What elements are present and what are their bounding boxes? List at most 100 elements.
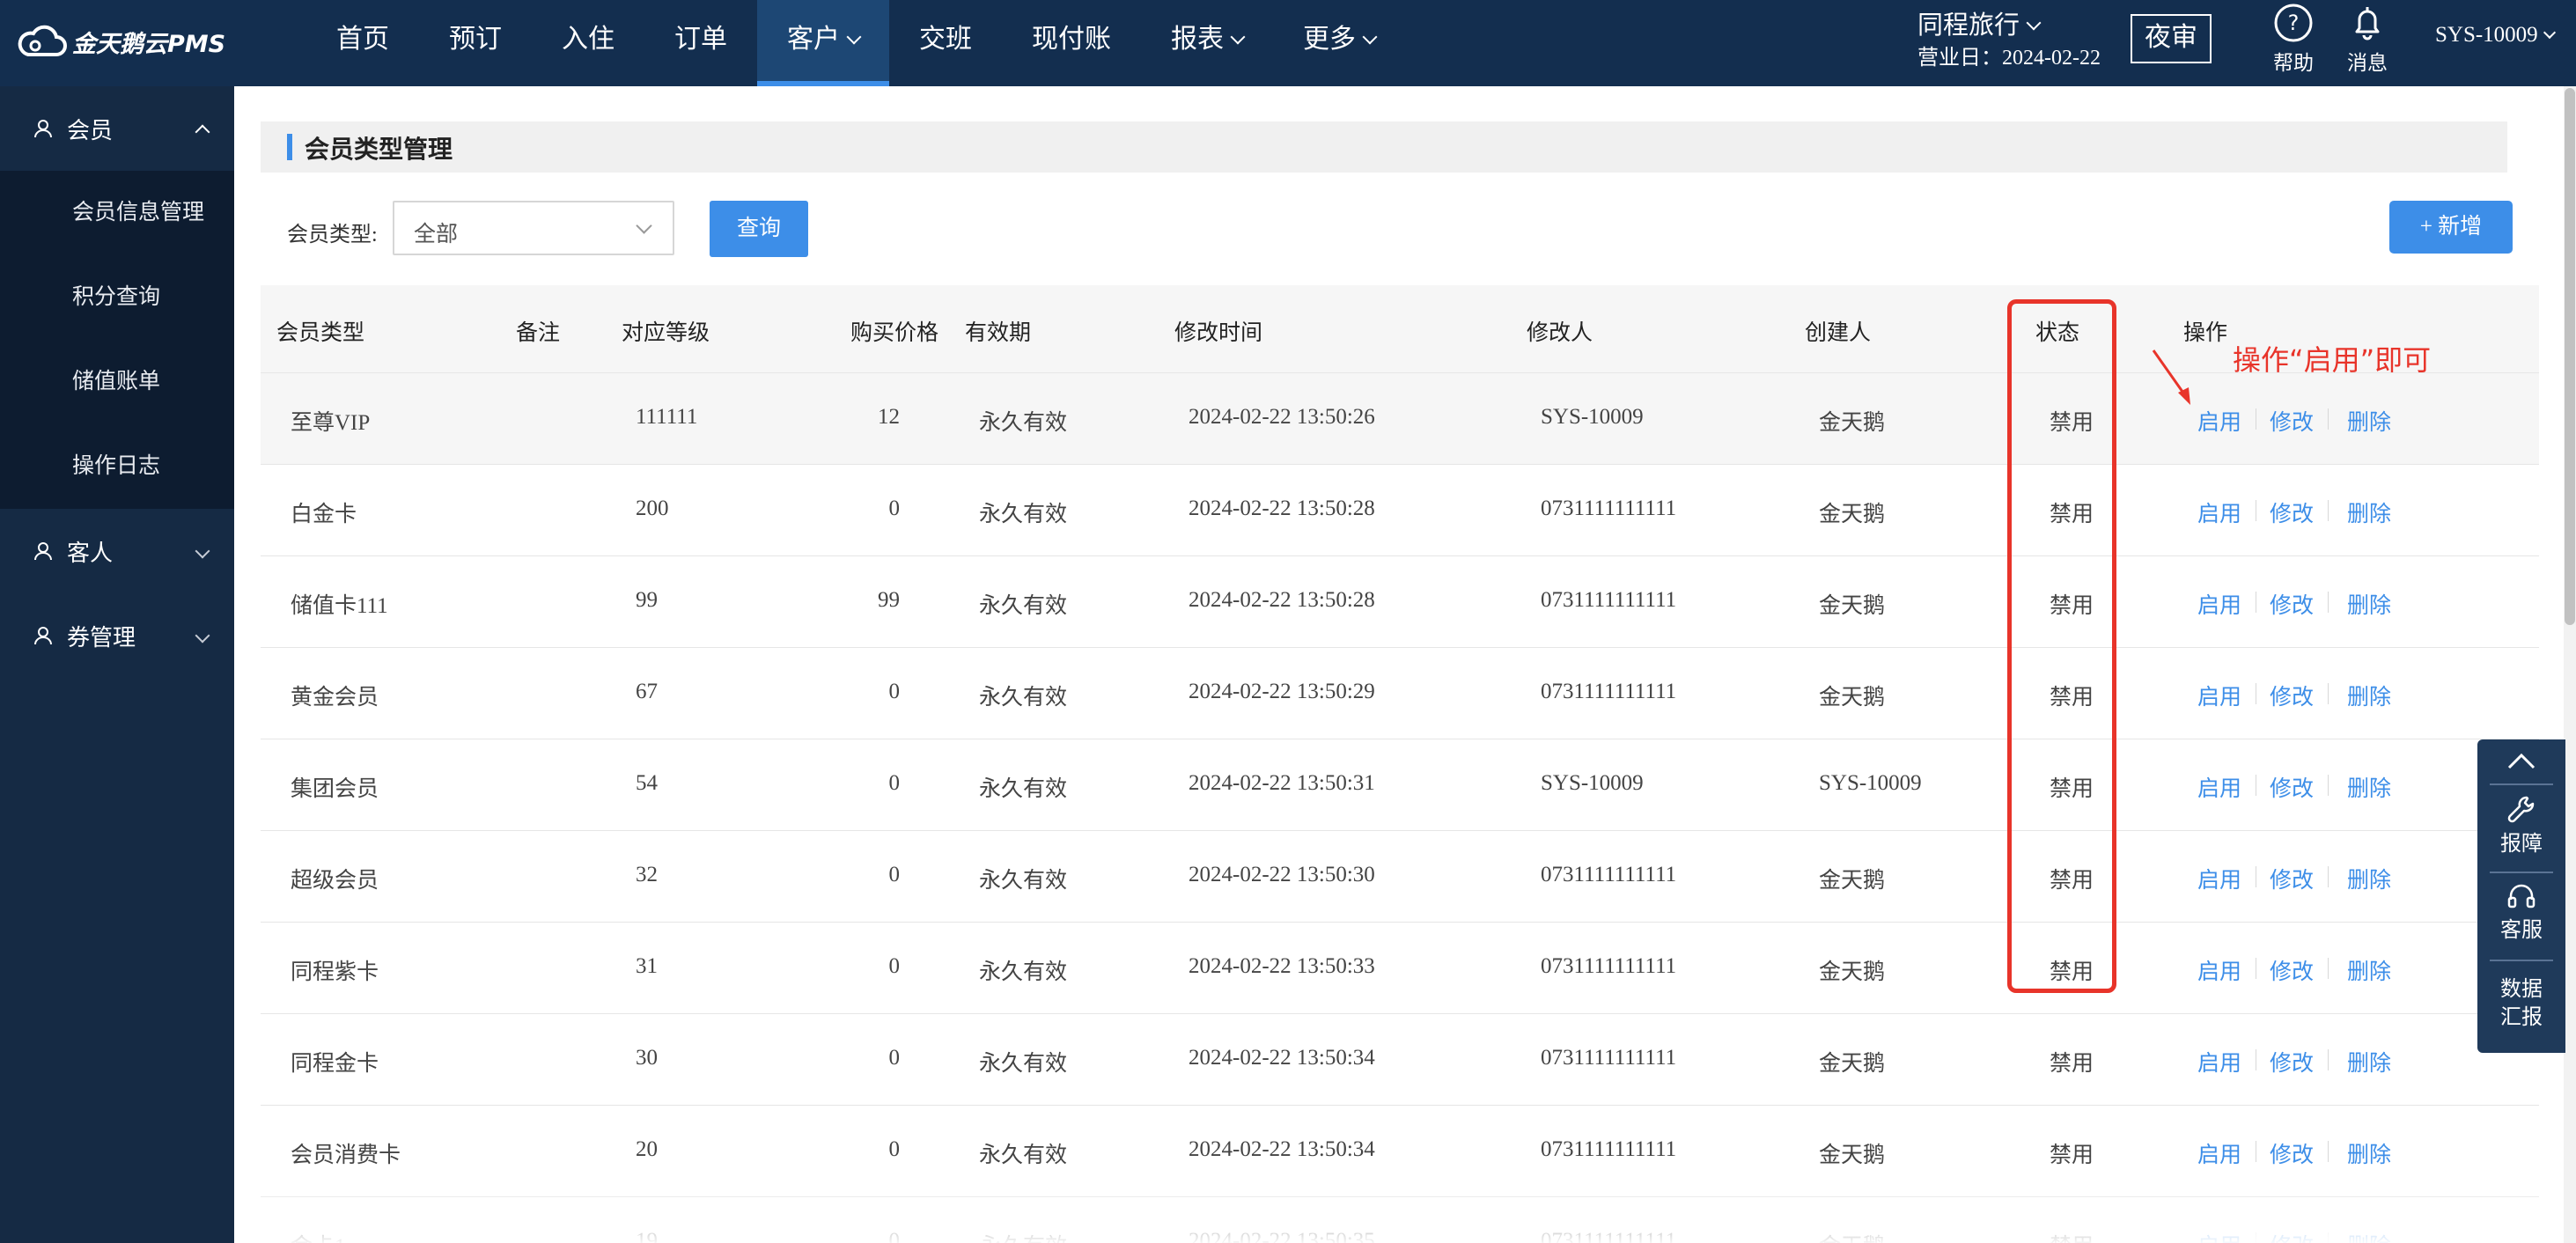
enable-button[interactable]: 启用 xyxy=(2197,496,2241,528)
nav-item-0[interactable]: 首页 xyxy=(306,0,419,86)
cell-modifier: 0731111111111 xyxy=(1541,1137,1677,1161)
table-row: 会员消费卡 20 0 永久有效 2024-02-22 13:50:34 073111111… xyxy=(261,1106,2539,1197)
query-button[interactable]: 查询 xyxy=(710,201,808,257)
edit-button[interactable]: 修改 xyxy=(2270,771,2314,803)
delete-button[interactable]: 删除 xyxy=(2347,588,2391,620)
sidebar-group-guest[interactable]: 客人 xyxy=(0,509,234,593)
delete-button[interactable]: 删除 xyxy=(2347,1137,2391,1169)
chevron-down-icon xyxy=(195,543,210,559)
enable-button[interactable]: 启用 xyxy=(2197,588,2241,620)
enable-button[interactable]: 启用 xyxy=(2197,1229,2241,1243)
nav-item-6[interactable]: 现付账 xyxy=(1002,0,1141,86)
cell-level: 20 xyxy=(636,1137,658,1161)
cell-modified-time: 2024-02-22 13:50:28 xyxy=(1189,588,1375,612)
top-navbar: 金天鹅云PMS 首页 预订 入住 订单 客户 交班 现付账 报表 更多 同程旅行 营业日：202… xyxy=(0,0,2576,86)
main-nav: 首页 预订 入住 订单 客户 交班 现付账 报表 更多 xyxy=(306,0,1405,86)
cell-level: 32 xyxy=(636,863,658,886)
sidebar-group-label: 客人 xyxy=(67,540,114,566)
messages-button[interactable]: 消息 xyxy=(2337,0,2398,76)
help-icon: ? xyxy=(2274,4,2313,42)
nav-item-label: 入住 xyxy=(562,25,615,54)
data-report-button[interactable]: 数据汇报 xyxy=(2477,975,2565,1032)
report-issue-button[interactable]: 报障 xyxy=(2477,794,2565,857)
delete-button[interactable]: 删除 xyxy=(2347,496,2391,528)
user-id: SYS-10009 xyxy=(2435,23,2538,47)
cell-validity: 永久有效 xyxy=(979,686,1068,710)
nav-item-2[interactable]: 入住 xyxy=(532,0,644,86)
edit-button[interactable]: 修改 xyxy=(2270,1229,2314,1243)
edit-button[interactable]: 修改 xyxy=(2270,496,2314,528)
cell-validity: 永久有效 xyxy=(979,411,1068,435)
page-scrollbar-thumb[interactable] xyxy=(2565,88,2575,625)
user-menu[interactable]: SYS-10009 xyxy=(2435,23,2556,48)
delete-button[interactable]: 删除 xyxy=(2347,863,2391,894)
cell-price: 0 xyxy=(888,771,901,795)
delete-button[interactable]: 删除 xyxy=(2347,771,2391,803)
edit-button[interactable]: 修改 xyxy=(2270,405,2314,437)
sidebar-item-operation-log[interactable]: 操作日志 xyxy=(0,424,234,509)
night-audit-button[interactable]: 夜审 xyxy=(2131,14,2212,63)
floating-tool-panel: 报障 客服 数据汇报 xyxy=(2477,739,2565,1053)
enable-button[interactable]: 启用 xyxy=(2197,863,2241,894)
cell-level: 31 xyxy=(636,954,658,978)
cell-type: 同程紫卡 xyxy=(291,960,379,984)
col-header-modifier: 修改人 xyxy=(1527,321,1593,345)
cell-modified-time: 2024-02-22 13:50:29 xyxy=(1189,680,1375,703)
delete-button[interactable]: 删除 xyxy=(2347,1229,2391,1243)
cell-creator: 金天鹅 xyxy=(1819,960,1886,984)
cell-modifier: 0731111111111 xyxy=(1541,1046,1677,1070)
edit-button[interactable]: 修改 xyxy=(2270,680,2314,711)
action-divider xyxy=(2328,958,2329,979)
nav-item-5[interactable]: 交班 xyxy=(889,0,1002,86)
cell-creator: 金天鹅 xyxy=(1819,1144,1886,1167)
edit-button[interactable]: 修改 xyxy=(2270,1137,2314,1169)
sidebar-item-stored-value[interactable]: 储值账单 xyxy=(0,340,234,424)
enable-button[interactable]: 启用 xyxy=(2197,954,2241,986)
enable-button[interactable]: 启用 xyxy=(2197,405,2241,437)
col-header-level: 对应等级 xyxy=(622,321,710,345)
cell-status: 禁用 xyxy=(2050,1229,2094,1243)
help-button[interactable]: ? 帮助 xyxy=(2263,0,2324,76)
sidebar-group-member[interactable]: 会员 xyxy=(0,86,234,171)
edit-button[interactable]: 修改 xyxy=(2270,588,2314,620)
nav-item-7[interactable]: 报表 xyxy=(1141,0,1273,86)
main-content: 会员类型管理 会员类型: 全部 查询 + 新增 会员类型 备注 对应等级 购买价… xyxy=(234,86,2576,1243)
sidebar-item-member-info[interactable]: 会员信息管理 xyxy=(0,171,234,255)
delete-button[interactable]: 删除 xyxy=(2347,680,2391,711)
enable-button[interactable]: 启用 xyxy=(2197,680,2241,711)
sidebar-group-coupon[interactable]: 券管理 xyxy=(0,593,234,678)
col-header-validity: 有效期 xyxy=(965,321,1032,345)
cell-level: 67 xyxy=(636,680,658,703)
scroll-top-button[interactable] xyxy=(2477,750,2565,771)
cell-price: 12 xyxy=(878,405,900,429)
hotel-selector[interactable]: 同程旅行 营业日：2024-02-22 xyxy=(1917,9,2101,74)
delete-button[interactable]: 删除 xyxy=(2347,405,2391,437)
app-logo[interactable]: 金天鹅云PMS xyxy=(16,19,225,63)
page-header: 会员类型管理 xyxy=(261,121,2507,173)
edit-button[interactable]: 修改 xyxy=(2270,1046,2314,1078)
nav-item-4[interactable]: 客户 xyxy=(757,0,889,86)
customer-service-button[interactable]: 客服 xyxy=(2477,880,2565,943)
page-title: 会员类型管理 xyxy=(305,136,453,164)
delete-button[interactable]: 删除 xyxy=(2347,954,2391,986)
chevron-down-icon xyxy=(195,628,210,644)
edit-button[interactable]: 修改 xyxy=(2270,954,2314,986)
nav-item-3[interactable]: 订单 xyxy=(644,0,757,86)
cell-creator: 金天鹅 xyxy=(1819,503,1886,526)
sidebar-group-label: 券管理 xyxy=(67,624,136,651)
cell-modified-time: 2024-02-22 13:50:33 xyxy=(1189,954,1375,978)
enable-button[interactable]: 启用 xyxy=(2197,1046,2241,1078)
delete-button[interactable]: 删除 xyxy=(2347,1046,2391,1078)
member-type-select[interactable]: 全部 xyxy=(393,201,674,255)
nav-item-1[interactable]: 预订 xyxy=(419,0,532,86)
cell-price: 0 xyxy=(888,680,901,703)
sidebar-item-points[interactable]: 积分查询 xyxy=(0,255,234,340)
table-row: 集团会员 54 0 永久有效 2024-02-22 13:50:31 SYS-10009 S… xyxy=(261,739,2539,831)
add-member-type-button[interactable]: + 新增 xyxy=(2389,201,2513,254)
edit-button[interactable]: 修改 xyxy=(2270,863,2314,894)
report-issue-label: 报障 xyxy=(2500,833,2543,856)
enable-button[interactable]: 启用 xyxy=(2197,1137,2241,1169)
nav-item-8[interactable]: 更多 xyxy=(1273,0,1405,86)
cell-modified-time: 2024-02-22 13:50:34 xyxy=(1189,1137,1375,1161)
enable-button[interactable]: 启用 xyxy=(2197,771,2241,803)
